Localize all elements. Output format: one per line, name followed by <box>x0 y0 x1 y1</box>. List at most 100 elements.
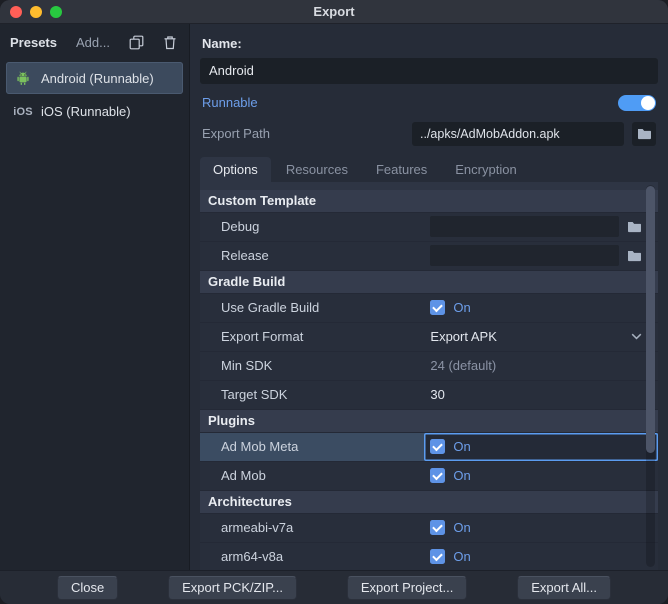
scrollbar-thumb[interactable] <box>646 185 655 454</box>
option-label: armeabi-v7a <box>221 520 294 536</box>
export-project-button[interactable]: Export Project... <box>346 575 468 600</box>
option-value <box>424 242 658 270</box>
checkbox[interactable] <box>430 549 446 565</box>
zoom-window-button[interactable] <box>50 5 62 18</box>
option-value: On <box>424 543 658 570</box>
option-value: On <box>424 462 658 490</box>
option-label: arm64-v8a <box>221 549 284 565</box>
section-header-gradle-build: Gradle Build <box>200 270 658 294</box>
folder-icon[interactable] <box>627 249 642 262</box>
android-icon <box>13 69 33 87</box>
vertical-scrollbar[interactable] <box>646 184 655 567</box>
toggle-knob <box>641 95 655 110</box>
option-value: On <box>424 432 658 461</box>
runnable-label: Runnable <box>202 95 258 111</box>
export-path-label: Export Path <box>202 126 270 142</box>
option-row-arm64-v8a[interactable]: arm64-v8a On <box>200 542 658 570</box>
option-row-release[interactable]: Release <box>200 241 658 271</box>
preset-item-android-runnable[interactable]: Android (Runnable) <box>6 62 183 94</box>
close-button[interactable]: Close <box>57 575 119 600</box>
checkbox-state-label: On <box>453 549 471 565</box>
option-row-target-sdk[interactable]: Target SDK 30 <box>200 380 658 410</box>
value-text[interactable]: 30 <box>430 387 444 402</box>
option-row-ad-mob[interactable]: Ad Mob On <box>200 461 658 491</box>
section-header-plugins: Plugins <box>200 409 658 433</box>
dropdown-value: Export APK <box>430 329 497 345</box>
runnable-row: Runnable <box>200 94 658 112</box>
checkbox-state-label: On <box>453 520 471 536</box>
export-path-input[interactable]: ../apks/AdMobAddon.apk <box>412 121 624 146</box>
option-label: Export Format <box>221 329 304 345</box>
checkbox-state-label: On <box>453 439 471 455</box>
add-preset-button[interactable]: Add... <box>76 35 110 50</box>
traffic-lights <box>0 5 62 18</box>
footer: Close Export PCK/ZIP... Export Project... E… <box>0 570 668 604</box>
name-input[interactable]: Android <box>200 58 658 84</box>
option-label: Debug <box>221 219 260 235</box>
option-value: Export APK <box>424 323 658 351</box>
folder-icon <box>637 127 652 140</box>
preset-list: Android (Runnable) iOS iOS (Runnable) <box>0 59 189 129</box>
titlebar: Export <box>0 0 668 24</box>
option-label: Release <box>221 248 269 264</box>
option-row-export-format[interactable]: Export Format Export APK <box>200 322 658 352</box>
option-label: Min SDK <box>221 358 273 374</box>
option-row-armeabi-v7a[interactable]: armeabi-v7a On <box>200 513 658 543</box>
preset-label: Android (Runnable) <box>41 70 154 86</box>
window-title: Export <box>313 4 355 19</box>
export-dialog: Export Presets Add... Android (Runnable)… <box>0 0 668 604</box>
option-value: 30 <box>424 381 658 409</box>
option-row-ad-mob-meta[interactable]: Ad Mob Meta On <box>200 432 658 462</box>
export-path-folder-button[interactable] <box>632 121 656 146</box>
close-window-button[interactable] <box>10 5 22 18</box>
checkbox-state-label: On <box>453 468 471 484</box>
path-input[interactable] <box>430 245 619 267</box>
option-row-use-gradle-build[interactable]: Use Gradle Build On <box>200 293 658 323</box>
presets-header: Presets Add... <box>0 24 189 59</box>
delete-preset-icon[interactable] <box>163 35 177 50</box>
options-panel: Custom Template Debug Release Gradle Build U… <box>200 181 658 570</box>
option-label: Ad Mob <box>221 468 266 484</box>
checkbox[interactable] <box>430 468 446 484</box>
options-tree: Custom Template Debug Release Gradle Build U… <box>200 189 658 570</box>
tab-features[interactable]: Features <box>363 157 440 182</box>
value-text[interactable]: 24 (default) <box>430 358 496 373</box>
tab-bar: Options Resources Features Encryption <box>200 156 658 182</box>
name-label: Name: <box>202 36 242 51</box>
option-label: Use Gradle Build <box>221 300 320 316</box>
option-value <box>424 213 658 241</box>
section-header-custom-template: Custom Template <box>200 189 658 213</box>
export-path-row: Export Path ../apks/AdMobAddon.apk <box>200 121 658 146</box>
tab-resources[interactable]: Resources <box>273 157 361 182</box>
checkbox[interactable] <box>430 439 446 455</box>
minimize-window-button[interactable] <box>30 5 42 18</box>
dialog-body: Presets Add... Android (Runnable) iOS iOS … <box>0 24 668 570</box>
dropdown-export-format[interactable]: Export APK <box>430 329 642 344</box>
export-all-button[interactable]: Export All... <box>517 575 611 600</box>
section-header-architectures: Architectures <box>200 490 658 514</box>
option-label: Ad Mob Meta <box>221 439 299 455</box>
ios-icon: iOS <box>13 105 33 118</box>
tab-encryption[interactable]: Encryption <box>442 157 529 182</box>
chevron-down-icon <box>631 333 642 340</box>
checkbox[interactable] <box>430 520 446 536</box>
presets-label: Presets <box>10 35 57 50</box>
export-pck-zip-button[interactable]: Export PCK/ZIP... <box>168 575 298 600</box>
folder-icon[interactable] <box>627 220 642 233</box>
checkbox-state-label: On <box>453 300 471 316</box>
option-label: Target SDK <box>221 387 288 403</box>
option-value: On <box>424 514 658 542</box>
duplicate-preset-icon[interactable] <box>129 35 144 50</box>
main-panel: Name: Android Runnable Export Path ../ap… <box>190 24 668 570</box>
presets-sidebar: Presets Add... Android (Runnable) iOS iOS … <box>0 24 190 570</box>
checkbox[interactable] <box>430 300 446 316</box>
option-value: 24 (default) <box>424 352 658 380</box>
option-row-min-sdk[interactable]: Min SDK 24 (default) <box>200 351 658 381</box>
tab-options[interactable]: Options <box>200 156 271 182</box>
option-row-debug[interactable]: Debug <box>200 212 658 242</box>
option-value: On <box>424 294 658 322</box>
path-input[interactable] <box>430 216 619 238</box>
runnable-toggle[interactable] <box>618 94 656 111</box>
preset-item-ios-runnable[interactable]: iOS iOS (Runnable) <box>6 97 183 126</box>
preset-label: iOS (Runnable) <box>41 104 131 119</box>
